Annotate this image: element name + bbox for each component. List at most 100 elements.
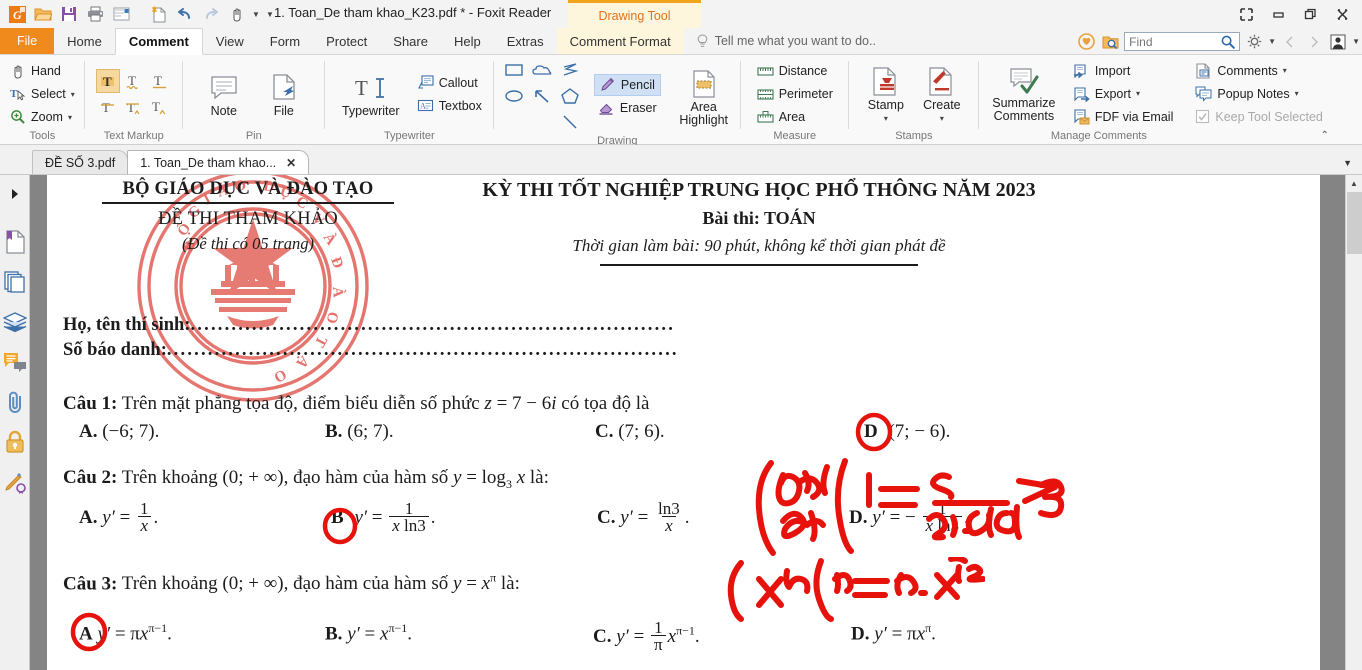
heart-icon[interactable] xyxy=(1076,32,1096,52)
zoom-button[interactable]: Zoom ▾ xyxy=(6,106,79,128)
bookmarks-icon[interactable] xyxy=(2,229,28,255)
collapse-ribbon-icon[interactable]: ⌃ xyxy=(1320,130,1328,141)
comments-button[interactable]: Comments ▾ xyxy=(1191,60,1327,82)
open-icon[interactable] xyxy=(30,2,56,26)
insert-text-button[interactable]: T xyxy=(148,95,172,119)
tab-comment-format[interactable]: Comment Format xyxy=(556,28,684,54)
summarize-comments-button[interactable]: Summarize Comments xyxy=(987,64,1061,123)
redo-icon[interactable] xyxy=(198,2,224,26)
polyline-shape-button[interactable] xyxy=(558,58,582,82)
doc-tab-2[interactable]: 1. Toan_De tham khao... ✕ xyxy=(127,150,310,174)
distance-button[interactable]: Distance xyxy=(753,60,837,82)
group-label-manage-comments: Manage Comments xyxy=(1050,130,1147,142)
create-stamp-button[interactable]: Create ▾ xyxy=(915,64,969,123)
rectangle-shape-button[interactable] xyxy=(502,58,526,82)
replace-text-button[interactable]: T xyxy=(122,95,146,119)
restore-button[interactable] xyxy=(1294,1,1326,27)
oval-shape-button[interactable] xyxy=(502,84,526,108)
panel-toggle-icon[interactable] xyxy=(2,181,28,207)
eraser-button[interactable]: Eraser xyxy=(594,97,661,119)
stamp-button[interactable]: Stamp ▾ xyxy=(859,64,913,123)
export-dropdown-icon[interactable]: ▾ xyxy=(1136,89,1140,98)
signatures-icon[interactable] xyxy=(2,469,28,495)
tab-help[interactable]: Help xyxy=(441,28,494,54)
note-button[interactable]: Note xyxy=(197,70,251,118)
create-stamp-dropdown-icon[interactable]: ▾ xyxy=(940,114,944,123)
comments-dropdown-icon[interactable]: ▾ xyxy=(1283,66,1287,75)
area-measure-button[interactable]: Area xyxy=(753,106,837,128)
doc-tab-1[interactable]: ĐỀ SỐ 3.pdf xyxy=(32,150,129,174)
zoom-dropdown-icon[interactable]: ▾ xyxy=(68,113,72,122)
tab-protect[interactable]: Protect xyxy=(313,28,380,54)
settings-dropdown-icon[interactable]: ▼ xyxy=(1268,37,1276,46)
tab-file[interactable]: File xyxy=(0,28,55,54)
minimize-button[interactable] xyxy=(1262,1,1294,27)
stamp-dropdown-icon[interactable]: ▾ xyxy=(884,114,888,123)
tell-me-box[interactable]: Tell me what you want to do.. xyxy=(696,28,876,54)
tab-comment[interactable]: Comment xyxy=(114,28,203,55)
textbox-button[interactable]: A Textbox xyxy=(413,95,486,117)
tab-extras[interactable]: Extras xyxy=(494,28,557,54)
perimeter-button[interactable]: Perimeter xyxy=(753,83,837,105)
close-button[interactable] xyxy=(1326,1,1358,27)
scrollbar-track[interactable] xyxy=(1345,254,1362,670)
popup-notes-button[interactable]: Popup Notes ▾ xyxy=(1191,83,1327,105)
cloud-shape-button[interactable] xyxy=(530,58,554,82)
strikeout-button[interactable]: T xyxy=(96,95,120,119)
underline-button[interactable]: T xyxy=(148,69,172,93)
undo-icon[interactable] xyxy=(172,2,198,26)
hand-tool-icon[interactable] xyxy=(224,2,250,26)
search-document-icon[interactable] xyxy=(1100,32,1120,52)
vertical-scrollbar[interactable]: ▲ xyxy=(1345,175,1362,670)
file-attach-button[interactable]: File xyxy=(257,70,311,118)
tab-home[interactable]: Home xyxy=(54,28,115,54)
previous-page-icon[interactable] xyxy=(1280,32,1300,52)
typewriter-button[interactable]: T Typewriter xyxy=(335,70,407,118)
foxit-logo-icon[interactable]: G xyxy=(4,2,30,26)
squiggly-button[interactable]: T xyxy=(122,69,146,93)
email-icon[interactable] xyxy=(108,2,134,26)
qat-hand-dropdown-icon[interactable]: ▼ xyxy=(250,2,262,26)
arrow-shape-button[interactable] xyxy=(530,84,554,108)
area-highlight-button[interactable]: Area Highlight xyxy=(673,66,735,127)
security-icon[interactable] xyxy=(2,429,28,455)
new-from-template-icon[interactable] xyxy=(146,2,172,26)
popup-notes-dropdown-icon[interactable]: ▾ xyxy=(1295,89,1299,98)
perimeter-label: Perimeter xyxy=(778,87,833,101)
search-input[interactable] xyxy=(1129,34,1222,49)
document-viewport[interactable]: B Ộ G I Á O D Ụ C V À Đ À xyxy=(30,175,1345,670)
tab-view[interactable]: View xyxy=(203,28,257,54)
import-comments-button[interactable]: Import xyxy=(1069,60,1177,82)
attachments-icon[interactable] xyxy=(2,389,28,415)
doc-tabs-overflow-icon[interactable]: ▼ xyxy=(1343,158,1352,168)
print-icon[interactable] xyxy=(82,2,108,26)
svg-text:O: O xyxy=(271,366,289,386)
select-button[interactable]: T Select ▾ xyxy=(6,83,79,105)
keep-tool-selected-checkbox[interactable]: Keep Tool Selected xyxy=(1191,106,1327,128)
next-page-icon[interactable] xyxy=(1304,32,1324,52)
account-dropdown-icon[interactable]: ▼ xyxy=(1352,37,1360,46)
line-shape-button[interactable] xyxy=(558,110,582,134)
pentagon-shape-button[interactable] xyxy=(558,84,582,108)
fdf-via-email-button[interactable]: FDF via Email xyxy=(1069,106,1177,128)
fullscreen-button[interactable] xyxy=(1230,1,1262,27)
find-box[interactable] xyxy=(1124,32,1241,51)
highlight-button[interactable]: T xyxy=(95,69,120,93)
pencil-button[interactable]: Pencil xyxy=(593,73,661,96)
export-comments-button[interactable]: Export ▾ xyxy=(1069,83,1177,105)
pages-thumbnail-icon[interactable] xyxy=(2,269,28,295)
comments-panel-icon[interactable] xyxy=(2,349,28,375)
callout-button[interactable]: Callout xyxy=(413,72,486,94)
tab-form[interactable]: Form xyxy=(257,28,313,54)
account-avatar-icon[interactable] xyxy=(1328,32,1348,52)
scroll-up-icon[interactable]: ▲ xyxy=(1345,175,1362,192)
close-icon[interactable]: ✕ xyxy=(286,156,296,170)
select-dropdown-icon[interactable]: ▾ xyxy=(71,90,75,99)
tab-share[interactable]: Share xyxy=(380,28,441,54)
save-icon[interactable] xyxy=(56,2,82,26)
scrollbar-thumb[interactable] xyxy=(1346,192,1362,254)
area-highlight-icon xyxy=(693,69,715,98)
gear-icon[interactable] xyxy=(1244,32,1264,52)
layers-icon[interactable] xyxy=(2,309,28,335)
hand-button[interactable]: Hand xyxy=(6,60,79,82)
